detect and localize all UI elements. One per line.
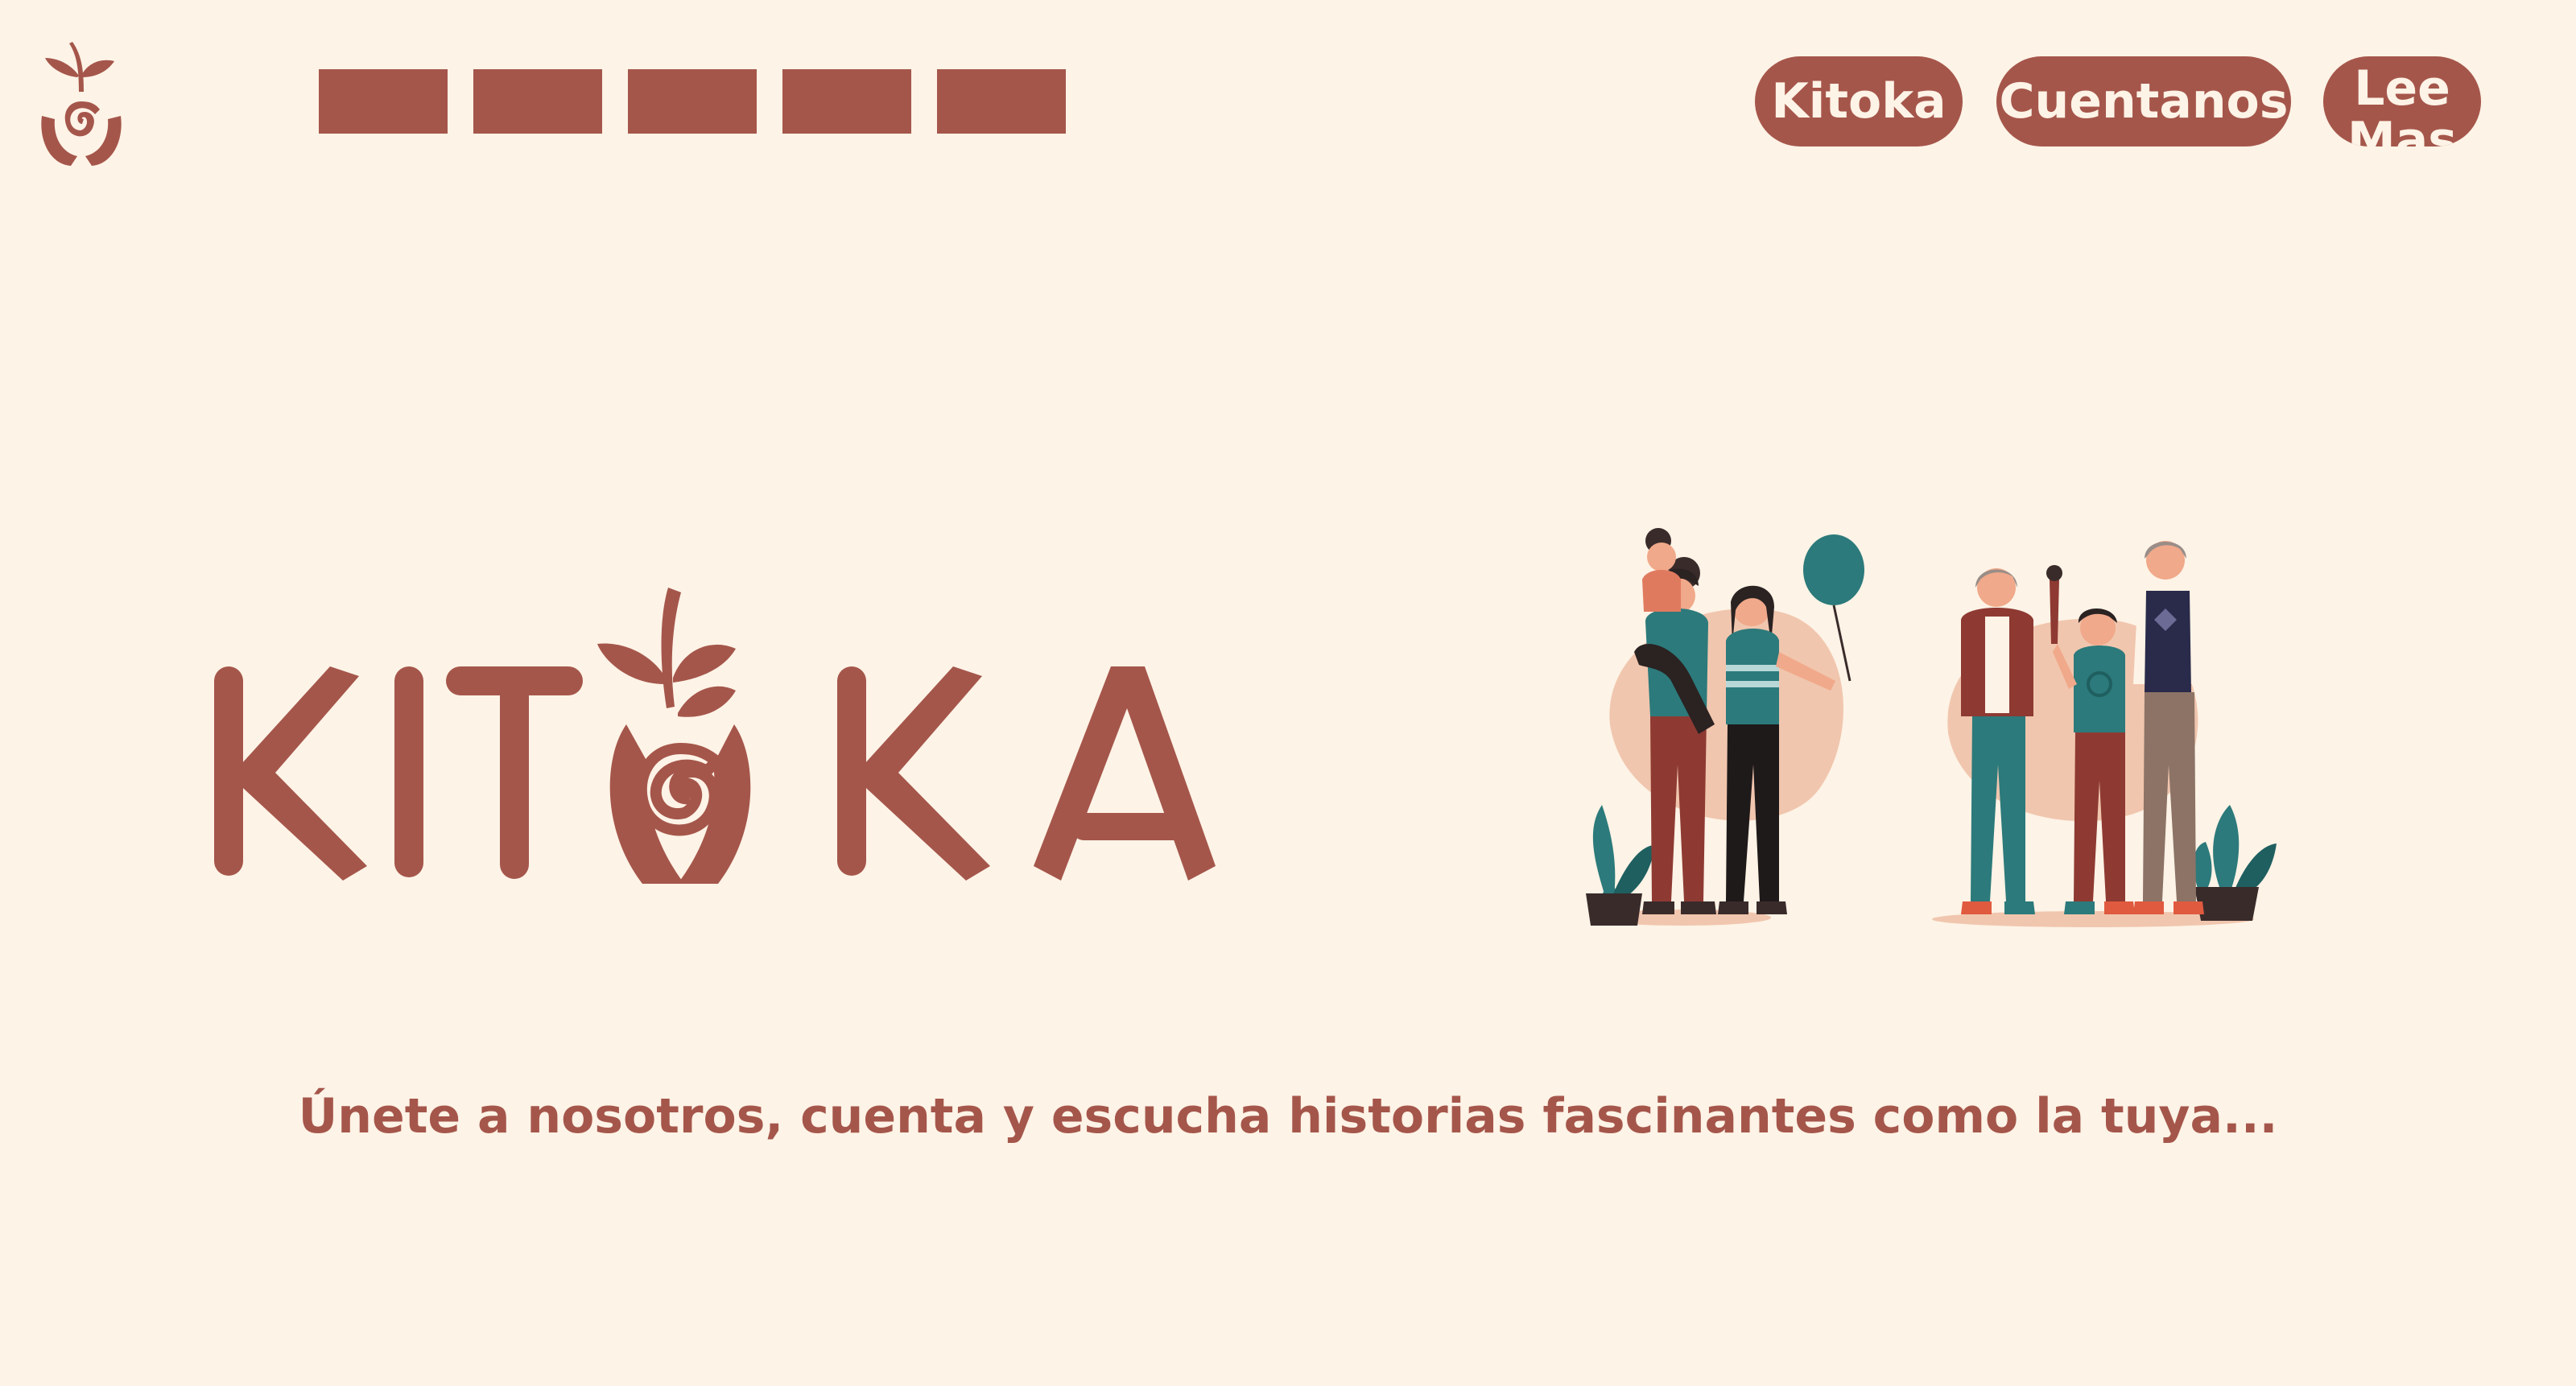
kitoka-wordmark	[214, 588, 1216, 884]
hero-tagline: Únete a nosotros, cuenta y escucha histo…	[298, 1088, 2278, 1145]
family-group-illustration	[1586, 528, 2277, 927]
nav-pill-cuentanos[interactable]: Cuentanos	[1996, 56, 2291, 146]
pill-nav: Kitoka Cuentanos Lee Mas	[0, 56, 2576, 146]
nav-pill-lee-mas[interactable]: Lee Mas	[2323, 56, 2481, 146]
nav-pill-kitoka[interactable]: Kitoka	[1755, 56, 1963, 146]
